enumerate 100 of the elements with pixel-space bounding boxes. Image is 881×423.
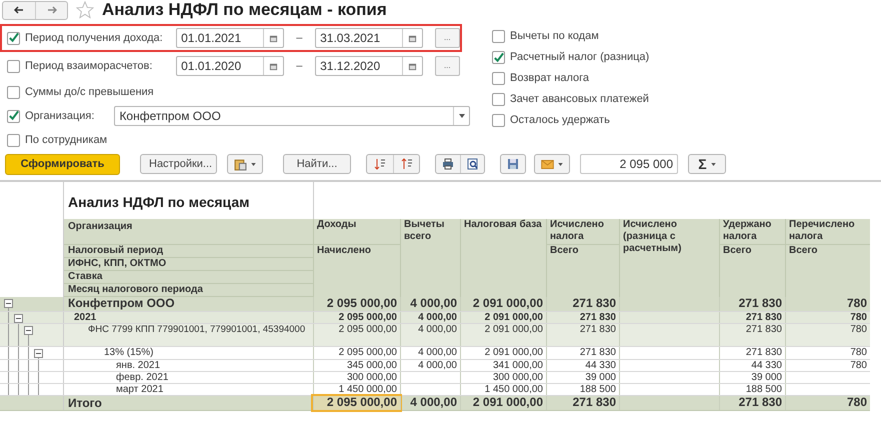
table-cell: 271 830 xyxy=(546,396,619,410)
table-cell: 271 830 xyxy=(719,297,785,311)
more-button[interactable]: ... xyxy=(434,28,460,48)
mail-button[interactable] xyxy=(534,154,570,174)
checkbox[interactable] xyxy=(492,114,505,127)
checkbox[interactable] xyxy=(7,60,20,72)
checkbox[interactable] xyxy=(492,93,505,106)
table-cell: 780 xyxy=(785,396,870,410)
checkbox-label: Расчетный налог (разница) xyxy=(510,50,650,66)
table-cell: 2 095 000,00 xyxy=(313,297,400,311)
checkbox[interactable] xyxy=(7,134,20,146)
table-cell: 39 000 xyxy=(719,372,785,383)
checkbox[interactable] xyxy=(492,30,505,43)
settings-button[interactable]: Настройки... xyxy=(140,154,217,174)
table-cell: 2 091 000,00 xyxy=(460,324,546,346)
table-cell[interactable]: 2 095 000,00 xyxy=(313,396,400,410)
caret-icon xyxy=(710,162,716,166)
table-cell: 4 000,00 xyxy=(400,360,460,371)
column-header: Начислено xyxy=(316,245,372,257)
table-cell: 4 000,00 xyxy=(400,396,460,410)
table-cell: 271 830 xyxy=(719,312,785,323)
table-cell: 271 830 xyxy=(546,347,619,359)
table-cell: 188 500 xyxy=(546,384,619,395)
row-label: янв. 2021 xyxy=(115,360,162,371)
collapse-toggle[interactable] xyxy=(34,349,43,358)
table-cell: 300 000,00 xyxy=(313,372,400,383)
table-cell: 271 830 xyxy=(546,297,619,311)
save-icon[interactable] xyxy=(500,154,526,174)
table-cell: 345 000,00 xyxy=(313,360,400,371)
column-header: Налоговый период xyxy=(64,245,313,258)
table-cell: 271 830 xyxy=(719,324,785,346)
column-header: ИФНС, КПП, ОКТМО xyxy=(64,258,313,271)
arrow-icon xyxy=(46,5,56,15)
table-cell: 4 000,00 xyxy=(400,312,460,323)
checkbox-label: Период взаиморасчетов: xyxy=(25,58,152,74)
date-field[interactable]: 31.03.2021 xyxy=(315,28,423,48)
checkbox[interactable] xyxy=(492,51,505,64)
checkbox[interactable] xyxy=(7,86,20,98)
column-header: Ставка xyxy=(64,271,313,284)
table-cell: 2 095 000,00 xyxy=(313,324,400,346)
range-dash: – xyxy=(295,30,304,46)
sum-button[interactable]: Σ xyxy=(688,154,726,174)
table-cell: 2 095 000,00 xyxy=(313,312,400,323)
collapse-toggle[interactable] xyxy=(14,314,23,323)
clipboard-button[interactable] xyxy=(227,154,263,174)
row-label: Конфетпром ООО xyxy=(67,297,176,311)
table-cell: 1 450 000,00 xyxy=(460,384,546,395)
checkbox-label: По сотрудникам xyxy=(25,132,108,148)
envelope-icon xyxy=(541,160,554,168)
table-cell: 39 000 xyxy=(546,372,619,383)
column-header: Всего xyxy=(549,245,580,257)
checkbox-label: Зачет авансовых платежей xyxy=(510,92,649,108)
window-title: Анализ НДФЛ по месяцам - копия xyxy=(102,0,387,22)
column-header: Исчислено (разница с расчетным) xyxy=(622,219,682,255)
checkbox[interactable] xyxy=(7,110,20,122)
checkbox-label: Суммы до/с превышения xyxy=(25,84,154,100)
star-icon[interactable] xyxy=(76,1,94,19)
generate-button[interactable]: Сформировать xyxy=(5,154,120,174)
table-cell: 780 xyxy=(785,324,870,346)
caret-icon xyxy=(251,162,256,166)
sum-field[interactable]: 2 095 000 xyxy=(580,154,678,174)
collapse-toggle[interactable] xyxy=(24,326,33,335)
row-label: 13% (15%) xyxy=(103,347,154,359)
column-header: Налоговая база xyxy=(463,219,543,231)
table-cell: 2 091 000,00 xyxy=(460,347,546,359)
date-field[interactable]: 31.12.2020 xyxy=(315,56,423,76)
checkbox-label: Осталось удержать xyxy=(510,113,610,128)
more-button[interactable]: ... xyxy=(434,56,460,76)
column-header: Организация xyxy=(64,219,313,245)
table-cell: 188 500 xyxy=(719,384,785,395)
checkbox-label: Период получения дохода: xyxy=(25,30,163,46)
collapse-toggle[interactable] xyxy=(4,299,13,308)
column-header: Месяц налогового периода xyxy=(64,284,313,297)
row-label: 2021 xyxy=(73,312,98,323)
table-cell: 271 830 xyxy=(546,312,619,323)
table-cell: 271 830 xyxy=(546,324,619,346)
table-cell: 300 000,00 xyxy=(460,372,546,383)
row-label: Итого xyxy=(67,396,103,410)
find-button[interactable]: Найти... xyxy=(283,154,351,174)
table-cell: 2 091 000,00 xyxy=(460,312,546,323)
minus-icon xyxy=(35,350,42,357)
date-field[interactable]: 01.01.2021 xyxy=(176,28,284,48)
checkbox[interactable] xyxy=(492,72,505,85)
checkbox-label: Организация: xyxy=(25,108,94,124)
table-cell: 341 000,00 xyxy=(460,360,546,371)
table-cell: 2 091 000,00 xyxy=(460,396,546,410)
checkbox[interactable] xyxy=(7,32,20,44)
organization-select[interactable]: Конфетпром ООО xyxy=(114,106,470,126)
table-cell: 780 xyxy=(785,297,870,311)
clipboard-icon xyxy=(234,158,247,170)
row-label: ФНС 7799 КПП 779901001, 779901001, 45394000 xyxy=(87,324,306,337)
table-cell: 4 000,00 xyxy=(400,297,460,311)
table-cell: 271 830 xyxy=(719,396,785,410)
checkbox-label: Возврат налога xyxy=(510,71,590,86)
table-cell: 780 xyxy=(785,312,870,323)
column-header: Перечислено налога xyxy=(786,219,870,245)
date-field[interactable]: 01.01.2020 xyxy=(176,56,284,76)
range-dash: – xyxy=(295,58,304,74)
table-cell: 271 830 xyxy=(719,347,785,359)
report-title: Анализ НДФЛ по месяцам xyxy=(67,193,250,212)
